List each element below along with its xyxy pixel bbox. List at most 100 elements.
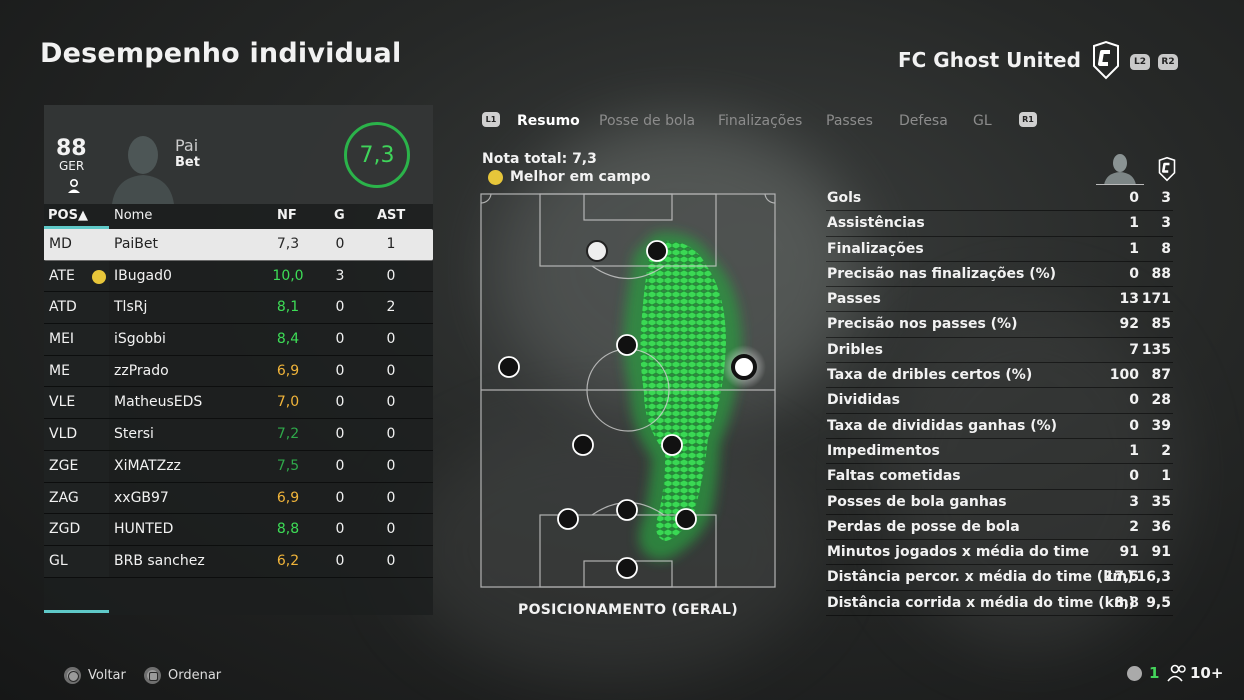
stat-player-value: 3	[1129, 493, 1139, 510]
column-ast[interactable]: AST	[377, 208, 405, 223]
stat-label: Dribles	[827, 341, 883, 358]
player-marker	[616, 557, 638, 579]
l1-button[interactable]: L1	[482, 112, 500, 127]
stat-player-value: 0	[1129, 417, 1139, 434]
stat-player-value: 13	[1119, 291, 1139, 308]
player-card: 88 GER Pai Bet 7,3	[44, 105, 433, 204]
stat-label: Distância corrida x média do time (km)	[827, 594, 1135, 611]
row-name: Stersi	[114, 426, 154, 443]
row-goals: 0	[335, 394, 345, 411]
table-row[interactable]: ME zzPrado 6,9 0 0	[44, 355, 433, 388]
row-goals: 0	[335, 457, 345, 474]
scroll-indicator	[44, 610, 109, 613]
row-rating: 7,2	[276, 426, 300, 443]
back-label[interactable]: Voltar	[88, 668, 126, 683]
stat-player-value: 92	[1119, 316, 1139, 333]
tab-defesa[interactable]: Defesa	[899, 113, 948, 129]
column-nf[interactable]: NF	[277, 208, 297, 223]
sort-label[interactable]: Ordenar	[168, 668, 221, 683]
total-rating: Nota total: 7,3	[482, 151, 597, 167]
stat-row: Passes 13 171	[826, 287, 1173, 313]
r2-button[interactable]: R2	[1158, 54, 1178, 70]
column-pos[interactable]: POS▲	[48, 208, 88, 223]
stat-player-value: 91	[1119, 544, 1139, 561]
row-position: VLE	[44, 387, 109, 419]
table-row[interactable]: MD PaiBet 7,3 0 1	[44, 229, 433, 261]
stat-row: Assistências 1 3	[826, 211, 1173, 237]
stat-team-value: 3	[1161, 215, 1171, 232]
stat-player-value: 2	[1129, 518, 1139, 535]
player-overall: 88	[56, 136, 87, 161]
table-row[interactable]: MEI iSgobbi 8,4 0 0	[44, 324, 433, 356]
stat-player-value: 8,8	[1114, 594, 1139, 611]
ball-icon	[586, 240, 608, 262]
stat-player-value: 7	[1129, 341, 1139, 358]
team-crest-icon	[1093, 40, 1119, 80]
stat-label: Assistências	[827, 215, 925, 232]
stat-player-value: 1	[1129, 442, 1139, 459]
row-rating: 8,4	[276, 331, 300, 348]
row-rating: 8,8	[276, 521, 300, 538]
stats-table: Gols 0 3 Assistências 1 3 Finalizações 1 8 Precis…	[826, 186, 1173, 617]
stat-row: Dribles 7 135	[826, 338, 1173, 364]
stat-team-value: 36	[1151, 518, 1171, 535]
stat-row: Gols 0 3	[826, 186, 1173, 212]
table-row[interactable]: ZAG xxGB97 6,9 0 0	[44, 482, 433, 515]
row-goals: 0	[335, 299, 345, 316]
row-position: VLD	[44, 419, 109, 450]
table-row[interactable]: ATE IBugad0 10,0 3 0	[44, 260, 433, 293]
player-first-name: Pai	[175, 136, 199, 155]
table-row[interactable]: ATD TlsRj 8,1 0 2	[44, 292, 433, 325]
tab-passes[interactable]: Passes	[826, 113, 873, 129]
square-button-icon[interactable]	[144, 667, 161, 684]
row-goals: 0	[335, 521, 345, 538]
row-goals: 0	[335, 236, 345, 252]
stat-team-value: 87	[1151, 367, 1171, 384]
table-row[interactable]: VLE MatheusEDS 7,0 0 0	[44, 387, 433, 420]
stat-row: Precisão nos passes (%) 92 85	[826, 312, 1173, 338]
row-rating: 6,9	[276, 489, 300, 506]
stat-player-value: 0	[1129, 392, 1139, 409]
row-rating: 7,3	[276, 236, 300, 252]
stat-row: Divididas 0 28	[826, 388, 1173, 414]
table-row[interactable]: ZGE XiMATZzz 7,5 0 0	[44, 450, 433, 483]
stat-row: Faltas cometidas 0 1	[826, 464, 1173, 490]
stat-team-value: 91	[1151, 544, 1171, 561]
stat-label: Gols	[827, 190, 862, 206]
stat-label: Impedimentos	[827, 442, 940, 459]
player-list-panel: 88 GER Pai Bet 7,3 POS▲ Nome NF G AST MD…	[44, 105, 433, 615]
player-marker	[661, 434, 683, 456]
table-row[interactable]: GL BRB sanchez 6,2 0 0	[44, 545, 433, 578]
stat-team-value: 3	[1161, 190, 1171, 206]
row-assists: 0	[386, 331, 396, 348]
stat-player-value: 1	[1129, 240, 1139, 257]
table-row[interactable]: ZGD HUNTED 8,8 0 0	[44, 514, 433, 546]
column-g[interactable]: G	[334, 208, 345, 223]
column-name[interactable]: Nome	[114, 208, 152, 223]
tab-posse-de-bola[interactable]: Posse de bola	[599, 113, 695, 129]
tab-gl[interactable]: GL	[973, 113, 992, 129]
stat-team-value: 28	[1151, 392, 1171, 409]
row-position: ZGD	[44, 514, 109, 545]
players-online-icon	[1167, 664, 1186, 682]
row-assists: 0	[386, 426, 396, 443]
table-row[interactable]: VLD Stersi 7,2 0 0	[44, 419, 433, 451]
row-assists: 0	[386, 521, 396, 538]
row-rating: 10,0	[272, 267, 304, 284]
stat-label: Perdas de posse de bola	[827, 518, 1020, 535]
tab-finaliza-es[interactable]: Finalizações	[718, 113, 802, 129]
row-position: ZAG	[44, 482, 109, 514]
row-name: TlsRj	[114, 299, 148, 316]
stat-row: Distância percor. x média do time (km) 17…	[826, 565, 1173, 591]
team-column-crest-icon	[1158, 156, 1176, 182]
stat-label: Faltas cometidas	[827, 468, 961, 485]
r1-button[interactable]: R1	[1019, 112, 1037, 127]
l2-button[interactable]: L2	[1130, 54, 1150, 70]
row-goals: 0	[335, 331, 345, 348]
stat-player-value: 100	[1109, 367, 1139, 384]
player-marker	[616, 499, 638, 521]
tab-resumo[interactable]: Resumo	[517, 113, 580, 129]
circle-button-icon[interactable]	[64, 667, 81, 684]
row-assists: 0	[386, 457, 396, 474]
stat-row: Taxa de dribles certos (%) 100 87	[826, 363, 1173, 389]
